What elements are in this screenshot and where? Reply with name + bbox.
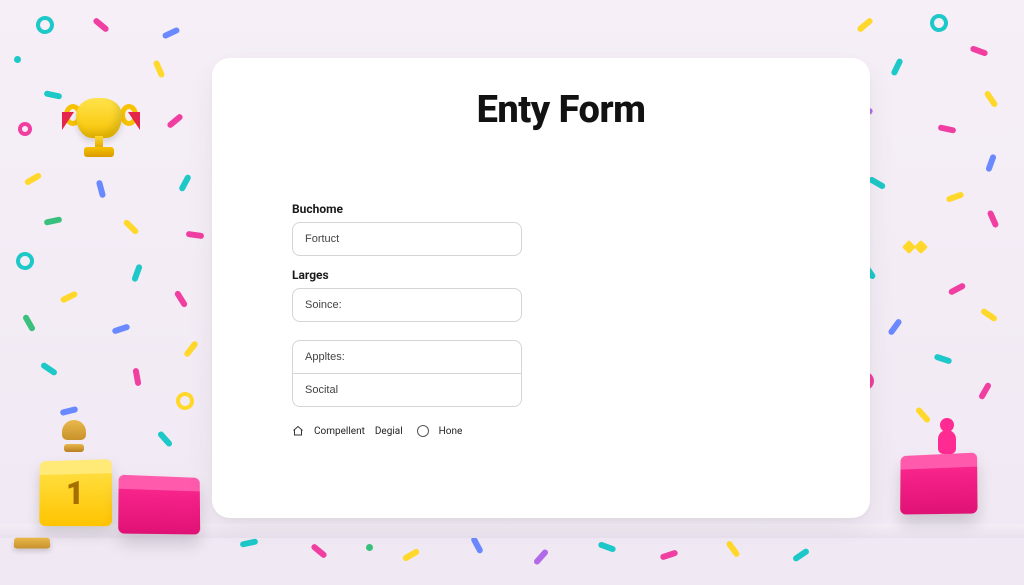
field-buchome: Buchome <box>292 202 522 256</box>
stacked-field-group <box>292 340 522 407</box>
trophy-icon <box>62 92 140 192</box>
goblet-icon <box>54 420 94 460</box>
pink-stand-icon <box>900 453 977 515</box>
field-larges: Larges <box>292 268 522 322</box>
podium-number: 1 <box>66 474 84 512</box>
entry-form-card: Enty Form Buchome Larges Compellent Degi… <box>212 58 870 518</box>
input-socital[interactable] <box>292 374 522 407</box>
input-buchome[interactable] <box>292 222 522 256</box>
radio-label-degial[interactable]: Degial <box>375 426 403 437</box>
pink-cube-icon <box>118 475 200 535</box>
radio-input-hone[interactable] <box>417 425 429 437</box>
yellow-bow-icon <box>904 236 926 258</box>
entry-form: Buchome Larges Compellent Degial Hone <box>292 202 522 437</box>
input-larges[interactable] <box>292 288 522 322</box>
input-appltes[interactable] <box>292 340 522 374</box>
pink-figure-icon <box>934 418 960 456</box>
radio-label-compellent[interactable]: Compellent <box>314 426 365 437</box>
page-title: Enty Form <box>292 88 830 132</box>
label-larges: Larges <box>292 268 522 282</box>
radio-option-row: Compellent Degial Hone <box>292 425 522 437</box>
radio-label-hone[interactable]: Hone <box>439 426 463 437</box>
home-icon <box>292 425 304 437</box>
label-buchome: Buchome <box>292 202 522 216</box>
podium-one-icon: 1 <box>39 459 112 526</box>
gold-tab-icon <box>14 538 51 549</box>
